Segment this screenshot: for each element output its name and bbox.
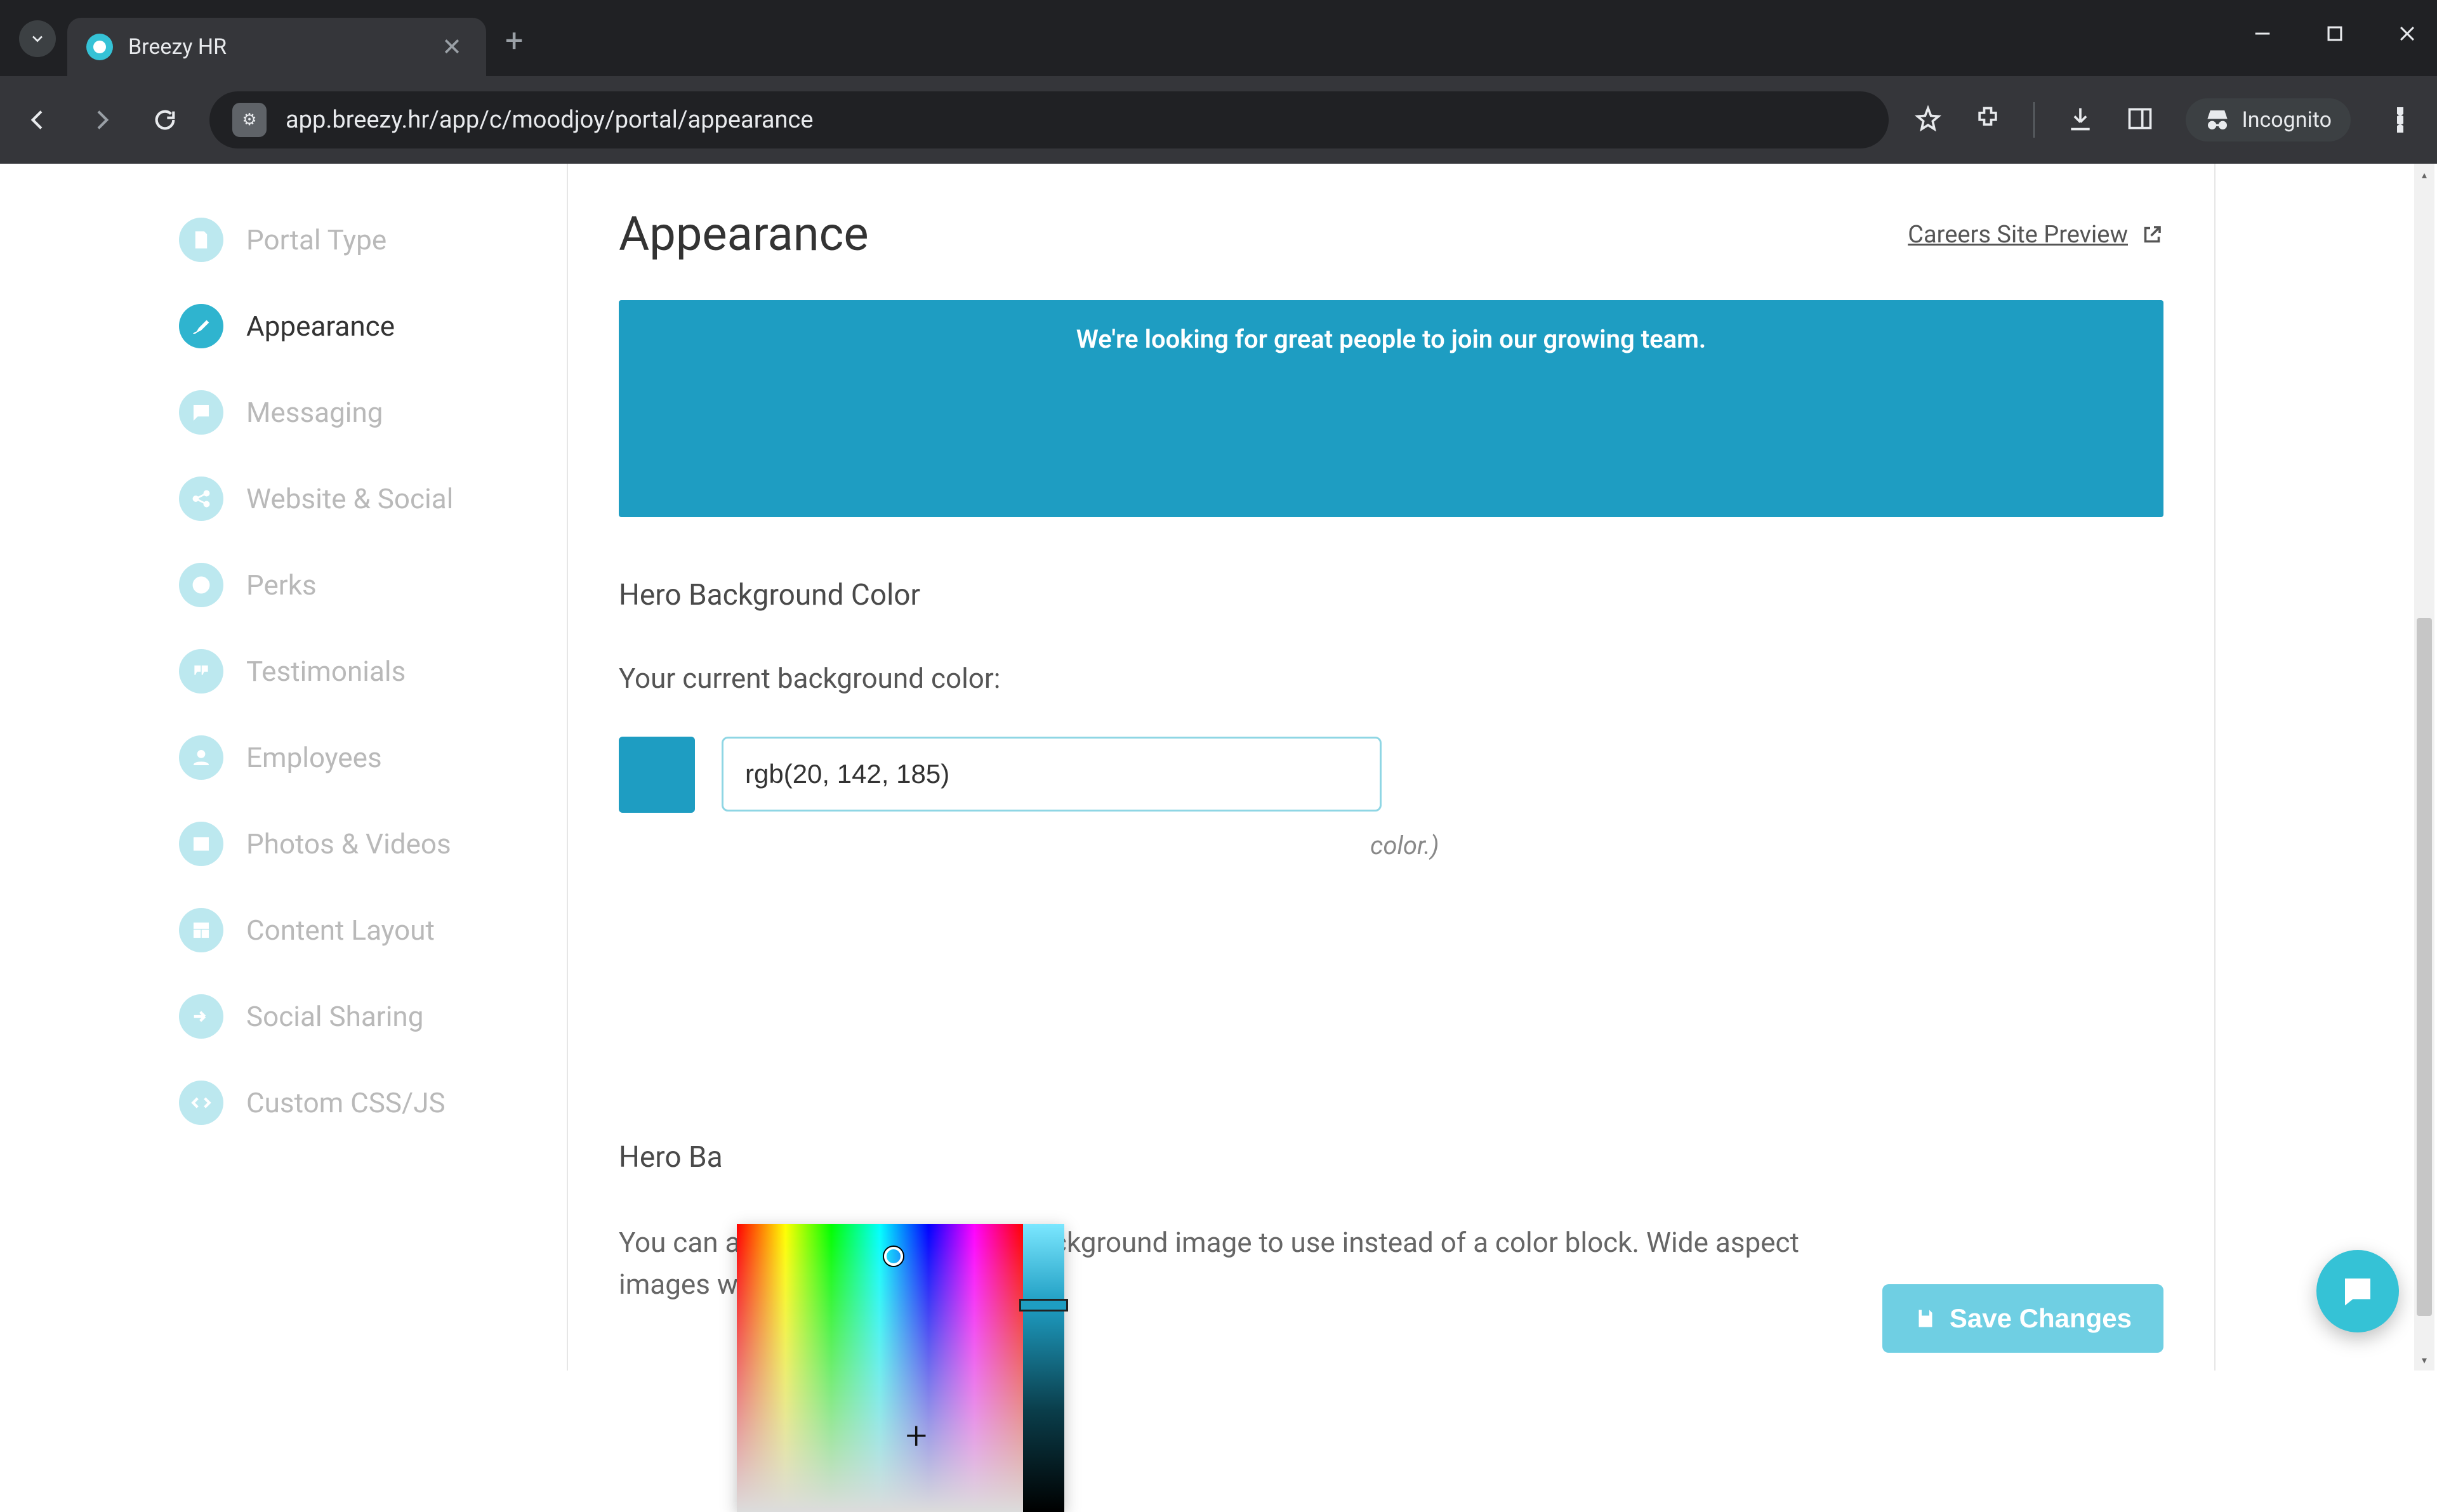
browser-toolbar: ⚙ app.breezy.hr/app/c/moodjoy/portal/app… [0, 76, 2437, 164]
scroll-up-button[interactable]: ▴ [2414, 164, 2434, 185]
hero-tagline: We're looking for great people to join o… [1076, 324, 1707, 517]
sidebar-item-messaging[interactable]: Messaging [179, 369, 534, 456]
reload-button[interactable] [146, 101, 184, 139]
content-frame: Appearance Careers Site Preview We're lo… [567, 164, 2216, 1371]
close-tab-button[interactable]: ✕ [437, 33, 467, 62]
hero-bg-color-heading: Hero Background Color [619, 578, 2163, 612]
sidebar-item-label: Messaging [246, 396, 383, 429]
sidebar-item-label: Employees [246, 741, 382, 774]
arrow-forward-icon [179, 994, 223, 1039]
layout-icon [179, 908, 223, 952]
hero-bg-image-heading-fragment: Hero Ba [619, 1140, 2163, 1174]
bookmark-button[interactable] [1914, 105, 1942, 135]
save-button-label: Save Changes [1950, 1303, 2132, 1334]
color-row: color.) + [619, 737, 2163, 813]
users-icon [179, 735, 223, 780]
main-content: Appearance Careers Site Preview We're lo… [568, 164, 2214, 1305]
sidebar-item-label: Testimonials [246, 655, 406, 688]
tabs-dropdown-button[interactable] [19, 20, 56, 57]
back-button[interactable] [19, 101, 57, 139]
forward-button[interactable] [83, 101, 121, 139]
downloads-button[interactable] [2066, 105, 2094, 135]
extensions-button[interactable] [1974, 105, 2002, 135]
tab-favicon [86, 34, 113, 60]
sidebar-item-custom-css-js[interactable]: Custom CSS/JS [179, 1060, 534, 1146]
side-panel-button[interactable] [2126, 105, 2154, 135]
window-controls [2252, 23, 2418, 49]
tab-title: Breezy HR [128, 34, 437, 60]
address-bar[interactable]: ⚙ app.breezy.hr/app/c/moodjoy/portal/app… [209, 91, 1889, 148]
share-icon [179, 477, 223, 521]
toolbar-divider [2033, 102, 2035, 138]
plus-circle-icon [179, 563, 223, 607]
scroll-thumb[interactable] [2417, 618, 2432, 1316]
browser-menu-button[interactable] [2382, 107, 2418, 133]
lightness-slider[interactable] [1023, 1224, 1064, 1512]
settings-sidebar: Portal Type Appearance Messaging Website… [179, 197, 534, 1146]
brush-icon [179, 304, 223, 348]
hint-text-fragment: color.) [1370, 831, 1439, 860]
sidebar-item-label: Perks [246, 569, 317, 602]
browser-tab[interactable]: Breezy HR ✕ [67, 18, 486, 76]
external-link-icon [2141, 223, 2163, 246]
toolbar-actions: Incognito [1914, 98, 2418, 141]
color-swatch-button[interactable] [619, 737, 695, 813]
sidebar-item-content-layout[interactable]: Content Layout [179, 887, 534, 973]
page-header: Appearance Careers Site Preview [619, 207, 2163, 262]
new-tab-button[interactable]: + [505, 23, 523, 60]
spectrum-cursor[interactable] [884, 1247, 903, 1266]
hero-banner-preview: We're looking for great people to join o… [619, 300, 2163, 517]
sidebar-item-perks[interactable]: Perks [179, 542, 534, 628]
preview-link-label: Careers Site Preview [1908, 221, 2128, 249]
scroll-down-button[interactable]: ▾ [2414, 1349, 2434, 1371]
crosshair-icon: + [906, 1413, 927, 1458]
save-bar: Save Changes [568, 1284, 2214, 1353]
image-icon [179, 822, 223, 866]
sidebar-item-social-sharing[interactable]: Social Sharing [179, 973, 534, 1060]
chat-icon [179, 390, 223, 435]
close-window-button[interactable] [2396, 23, 2418, 49]
sidebar-item-photos-videos[interactable]: Photos & Videos [179, 801, 534, 887]
careers-preview-link[interactable]: Careers Site Preview [1908, 221, 2163, 249]
site-info-button[interactable]: ⚙ [232, 103, 267, 137]
incognito-chip[interactable]: Incognito [2186, 98, 2351, 141]
color-spectrum-pane[interactable]: + [737, 1224, 1023, 1512]
intercom-chat-button[interactable] [2316, 1250, 2399, 1332]
page-title: Appearance [619, 207, 869, 262]
page: Portal Type Appearance Messaging Website… [0, 164, 2437, 1371]
save-changes-button[interactable]: Save Changes [1882, 1284, 2163, 1353]
sidebar-item-label: Social Sharing [246, 1000, 423, 1033]
sidebar-item-label: Photos & Videos [246, 827, 451, 860]
code-icon [179, 1081, 223, 1125]
browser-chrome: Breezy HR ✕ + ⚙ app.breezy.hr/app/c/mood… [0, 0, 2437, 164]
sidebar-item-website-social[interactable]: Website & Social [179, 456, 534, 542]
sidebar-item-employees[interactable]: Employees [179, 714, 534, 801]
sidebar-item-portal-type[interactable]: Portal Type [179, 197, 534, 283]
sidebar-item-label: Content Layout [246, 914, 435, 947]
quote-icon [179, 649, 223, 694]
color-value-input[interactable] [722, 737, 1382, 812]
vertical-scrollbar[interactable]: ▴ ▾ [2414, 164, 2434, 1371]
incognito-label: Incognito [2242, 107, 2332, 133]
chat-bubble-icon [2339, 1272, 2377, 1310]
save-icon [1914, 1307, 1937, 1330]
tab-strip: Breezy HR ✕ + [0, 0, 2437, 76]
url-text: app.breezy.hr/app/c/moodjoy/portal/appea… [286, 106, 814, 134]
sidebar-item-label: Custom CSS/JS [246, 1086, 446, 1119]
sidebar-item-testimonials[interactable]: Testimonials [179, 628, 534, 714]
sidebar-item-appearance[interactable]: Appearance [179, 283, 534, 369]
file-icon [179, 218, 223, 262]
color-picker-popover: + [737, 1224, 1064, 1512]
sidebar-item-label: Website & Social [246, 482, 453, 515]
sidebar-item-label: Appearance [246, 310, 395, 343]
maximize-button[interactable] [2324, 23, 2346, 49]
sidebar-item-label: Portal Type [246, 223, 386, 256]
minimize-button[interactable] [2252, 23, 2273, 49]
current-color-label: Your current background color: [619, 662, 2163, 695]
